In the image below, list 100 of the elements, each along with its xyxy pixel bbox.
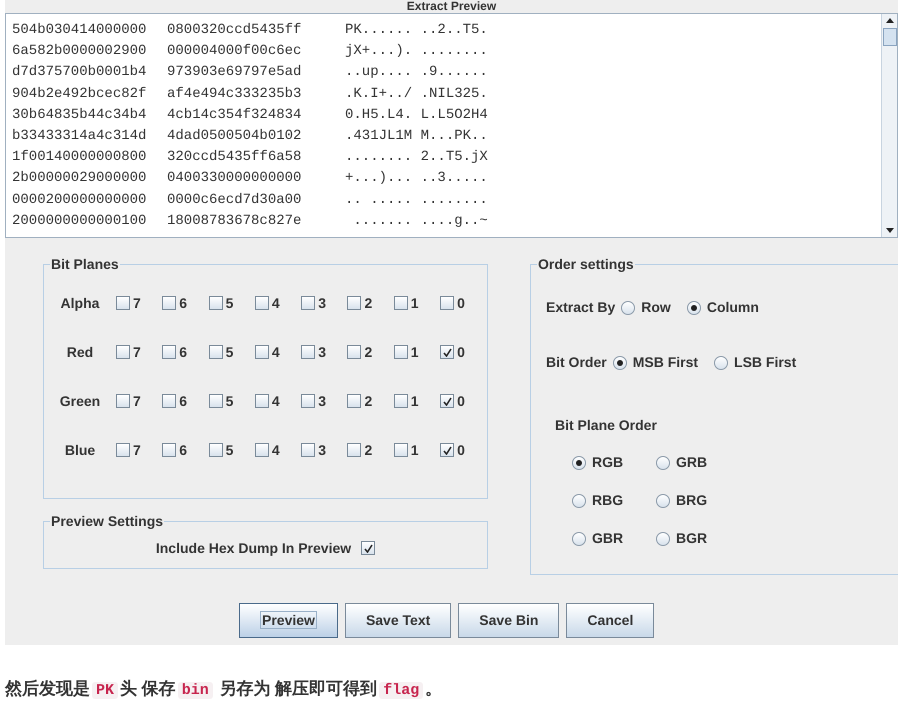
setting-label: Bit Plane Order — [555, 416, 658, 435]
checkbox[interactable] — [254, 443, 269, 457]
checkbox[interactable] — [440, 443, 454, 457]
bit-label: 5 — [226, 440, 234, 460]
dialog-button[interactable]: Cancel — [566, 603, 654, 638]
checkbox[interactable] — [208, 296, 223, 310]
bit-label: 6 — [179, 342, 188, 362]
bit-label: 7 — [133, 294, 141, 312]
hex-text: 320ccd5435ff6a58 — [167, 148, 302, 168]
bit-label: 6 — [179, 294, 188, 312]
dialog-button[interactable]: Preview — [239, 603, 338, 638]
checkbox[interactable] — [347, 345, 362, 359]
group-title: Preview Settings — [50, 513, 164, 529]
checkbox[interactable] — [347, 394, 362, 408]
ascii-text: +...)... ..3..... — [345, 169, 488, 188]
checkbox[interactable] — [162, 345, 176, 359]
checkbox[interactable] — [162, 443, 176, 457]
bit-label: 3 — [318, 440, 326, 460]
checkbox[interactable] — [440, 296, 454, 310]
radio-label: MSB First — [632, 353, 698, 372]
ascii-text: .. ..... ........ — [345, 190, 488, 210]
radio-label: BGR — [676, 529, 708, 548]
radio-label: Column — [706, 298, 759, 317]
hex-text: 0800320ccd5435ff — [167, 21, 302, 40]
bit-label: 2 — [364, 392, 372, 410]
checkbox[interactable] — [162, 296, 176, 310]
bit-label: 3 — [318, 392, 326, 410]
checkbox[interactable] — [116, 296, 130, 310]
check-icon — [442, 396, 452, 406]
radio-button[interactable] — [714, 356, 728, 370]
hex-text: d7d375700b0001b4 — [12, 63, 148, 82]
bit-label: 3 — [318, 294, 326, 312]
checkbox[interactable] — [394, 394, 408, 408]
checkbox[interactable] — [301, 443, 316, 457]
checkbox[interactable] — [394, 443, 408, 457]
bit-label: 1 — [410, 440, 419, 460]
checkbox[interactable] — [254, 296, 269, 310]
checkbox[interactable] — [347, 296, 362, 310]
radio-button[interactable] — [572, 494, 586, 508]
hex-text: 4cb14c354f324834 — [167, 106, 302, 125]
dialog-button[interactable]: Save Text — [344, 603, 452, 638]
radio-button[interactable] — [612, 356, 627, 370]
checkbox[interactable] — [162, 394, 176, 408]
radio-label: GRB — [676, 453, 708, 472]
radio-button[interactable] — [621, 300, 636, 314]
channel-label: Red — [66, 342, 94, 362]
hex-text: 504b030414000000 — [12, 21, 148, 40]
checkbox[interactable] — [394, 296, 408, 310]
dialog-button[interactable]: Save Bin — [458, 603, 560, 638]
checkbox[interactable] — [116, 443, 130, 457]
hex-text: 973903e69797e5ad — [167, 63, 302, 82]
checkbox[interactable] — [254, 394, 269, 408]
setting-label: Bit Order — [546, 353, 607, 372]
radio-label: RBG — [592, 491, 624, 510]
hex-text: 2b00000029000000 — [12, 169, 148, 188]
hex-text: 0000c6ecd7d30a00 — [167, 190, 302, 210]
checkbox[interactable] — [347, 443, 362, 457]
scroll-thumb[interactable] — [882, 28, 896, 46]
radio-button[interactable] — [572, 456, 586, 470]
hex-text: 0400330000000000 — [167, 169, 302, 188]
bit-label: 2 — [364, 342, 372, 362]
checkbox[interactable] — [208, 345, 223, 359]
checkbox[interactable] — [440, 345, 454, 359]
checkbox[interactable] — [394, 345, 408, 359]
checkbox[interactable] — [116, 345, 130, 359]
checkbox[interactable] — [301, 345, 316, 359]
hex-text: b33433314a4c314d — [12, 127, 148, 146]
checkbox[interactable] — [440, 394, 454, 408]
bit-label: 0 — [457, 440, 465, 460]
ascii-text: .K.I+../ .NIL325. — [345, 84, 488, 104]
radio-label: BRG — [676, 491, 708, 510]
checkbox[interactable] — [301, 394, 316, 408]
checkbox[interactable] — [116, 394, 130, 408]
radio-button[interactable] — [656, 494, 670, 508]
bit-label: 4 — [272, 294, 280, 312]
radio-button[interactable] — [656, 532, 670, 546]
radio-button[interactable] — [572, 532, 586, 546]
scrollbar[interactable] — [881, 14, 897, 237]
bit-label: 7 — [133, 392, 141, 410]
checkbox[interactable] — [361, 541, 376, 555]
checkbox[interactable] — [254, 345, 269, 359]
ascii-text: ....... ....g..~ — [352, 212, 488, 231]
radio-label: Row — [641, 298, 671, 317]
radio-button[interactable] — [686, 300, 701, 314]
bit-label: 7 — [133, 342, 141, 362]
bit-label: 5 — [226, 392, 234, 410]
bit-label: 5 — [226, 294, 234, 312]
hex-text: 18008783678c827e — [167, 212, 302, 231]
radio-button[interactable] — [656, 456, 670, 470]
checkbox[interactable] — [208, 443, 223, 457]
ascii-text: ..up.... .9...... — [345, 63, 488, 82]
hex-text: 0000200000000000 — [12, 190, 148, 210]
ascii-text: .431JL1M M...PK.. — [345, 127, 488, 146]
checkbox[interactable] — [208, 394, 223, 408]
hex-text: 30b64835b44c34b4 — [12, 106, 148, 125]
radio-label: RGB — [592, 453, 624, 472]
check-icon — [442, 446, 452, 454]
preview-title: Extract Preview — [406, 0, 496, 13]
hex-text: 6a582b0000002900 — [12, 42, 148, 62]
checkbox[interactable] — [301, 296, 316, 310]
